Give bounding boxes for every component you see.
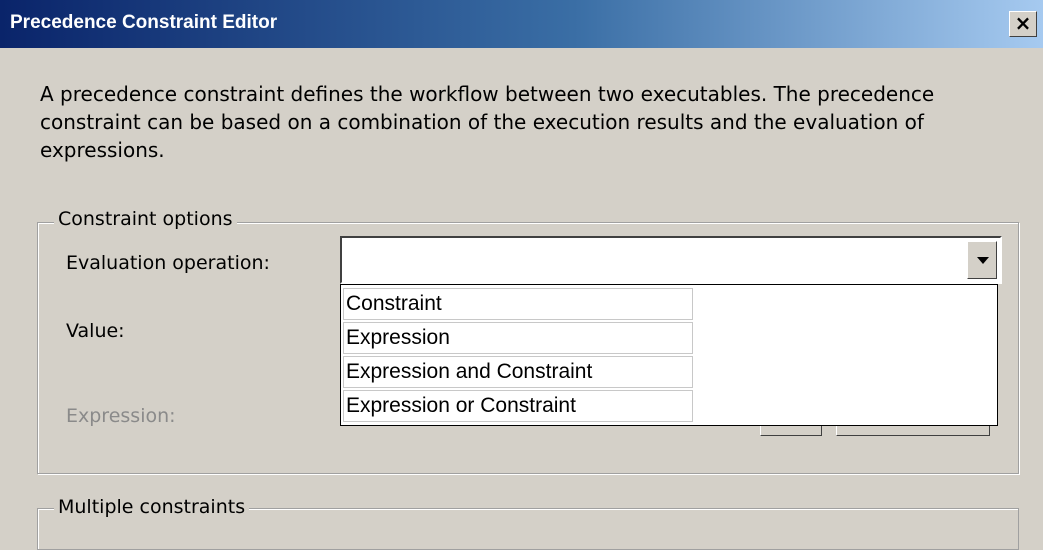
evaluation-operation-dropdown-list: Constraint Expression Expression and Con… xyxy=(340,284,998,426)
value-label: Value: xyxy=(66,320,125,342)
option-constraint[interactable]: Constraint xyxy=(343,288,693,320)
chevron-down-icon xyxy=(977,257,989,264)
window-title: Precedence Constraint Editor xyxy=(10,12,278,33)
evaluation-operation-label: Evaluation operation: xyxy=(66,252,270,274)
close-icon: × xyxy=(1014,11,1032,35)
title-bar: Precedence Constraint Editor × xyxy=(0,0,1043,48)
evaluation-operation-select[interactable] xyxy=(340,236,1002,284)
expression-label: Expression: xyxy=(66,405,176,427)
dropdown-button[interactable] xyxy=(967,241,997,279)
close-button[interactable]: × xyxy=(1009,11,1037,37)
constraint-options-legend: Constraint options xyxy=(54,208,237,230)
option-expression[interactable]: Expression xyxy=(343,322,693,354)
option-expression-and-constraint[interactable]: Expression and Constraint xyxy=(343,356,693,388)
description-text: A precedence constraint defines the work… xyxy=(40,82,935,162)
option-expression-or-constraint[interactable]: Expression or Constraint xyxy=(343,390,693,422)
multiple-constraints-legend: Multiple constraints xyxy=(54,496,250,518)
